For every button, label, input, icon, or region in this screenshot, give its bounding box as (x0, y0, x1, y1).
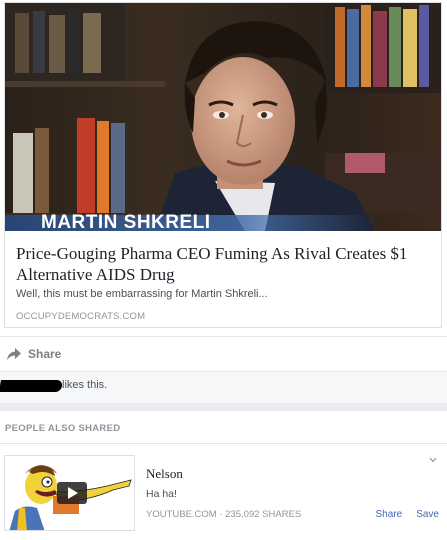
shared-item-meta: YOUTUBE.COM · 235,092 SHARES (146, 509, 302, 520)
play-button[interactable] (57, 482, 87, 504)
share-button[interactable]: Share (6, 347, 61, 361)
shared-item-actions: Share Save (376, 509, 439, 520)
redacted-name (0, 380, 63, 392)
people-also-shared-heading: PEOPLE ALSO SHARED (5, 423, 121, 434)
chevron-down-icon[interactable] (429, 456, 437, 464)
shared-item-title[interactable]: Nelson (146, 466, 183, 482)
shared-item-subtitle: Ha ha! (146, 488, 177, 500)
image-caption: MARTIN SHKRELI (41, 212, 211, 231)
people-also-shared-header: PEOPLE ALSO SHARED (0, 411, 447, 444)
shared-item-save-link[interactable]: Save (416, 509, 439, 520)
article-image[interactable]: MARTIN SHKRELI (5, 3, 441, 231)
shared-item-share-link[interactable]: Share (376, 509, 403, 520)
likes-row: likes this. (0, 371, 447, 405)
section-divider (0, 403, 447, 411)
share-label: Share (28, 347, 62, 361)
portrait-illustration (5, 3, 441, 231)
play-icon (68, 487, 78, 499)
article-source: OCCUPYDEMOCRATS.COM (16, 311, 146, 322)
likes-text: likes this. (62, 379, 108, 391)
article-description: Well, this must be embarrassing for Mart… (16, 288, 268, 300)
action-bar: Share (0, 336, 447, 373)
share-arrow-icon (7, 348, 21, 360)
article-title[interactable]: Price-Gouging Pharma CEO Fuming As Rival… (16, 243, 436, 285)
link-preview-card[interactable]: MARTIN SHKRELI Price-Gouging Pharma CEO … (4, 2, 442, 328)
video-thumbnail[interactable] (4, 455, 135, 531)
